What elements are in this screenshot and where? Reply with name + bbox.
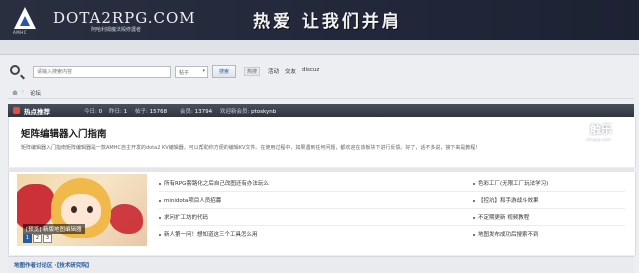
stat-today: 今日: 0 <box>84 109 103 115</box>
row-divider <box>159 191 625 192</box>
slide-page-3[interactable]: 3 <box>43 234 52 243</box>
bullet-icon <box>473 233 475 236</box>
slide-pager: 123 <box>23 234 53 243</box>
thread-link[interactable]: 新人第一问！想知道这三个工具怎么用 <box>159 230 258 238</box>
slide-caption[interactable]: [预览] 新版地图编辑器 <box>23 224 85 234</box>
thread-link[interactable]: minidota项目人员招募 <box>159 196 221 204</box>
featured-slideshow[interactable]: [预览] 新版地图编辑器 123 <box>17 174 147 246</box>
breadcrumb: › 论坛 <box>8 88 634 99</box>
search-icon <box>10 65 20 75</box>
logo-caption: AMHC <box>13 30 27 35</box>
bullet-icon <box>159 216 161 219</box>
thread-link[interactable]: 所有RPG套路化之后自己改图还有办法玩么 <box>159 179 269 187</box>
search-bar: 帖子 搜索 热搜 活动 交友 discuz <box>0 62 639 84</box>
search-input[interactable] <box>33 66 171 78</box>
forum-section-title[interactable]: 地图作者讨论区 ·【技术研究院】 <box>14 261 92 269</box>
bullet-icon <box>473 216 475 219</box>
featured-title[interactable]: 矩阵编辑器入门指南 <box>21 126 107 140</box>
breadcrumb-forum[interactable]: 论坛 <box>30 89 41 97</box>
bullet-icon <box>159 233 161 236</box>
blood-splat-image <box>109 204 143 234</box>
row-divider <box>159 225 625 226</box>
featured-post: 矩阵编辑器入门指南 矩阵编辑器入门指南矩阵编辑器是一款AMHC自主开发的dota… <box>8 117 636 167</box>
search-type-select[interactable]: 帖子 <box>175 66 208 78</box>
bullet-icon <box>473 182 475 185</box>
hot-recommend-bar: 热点推荐 今日: 0 昨日: 1 帖子: 15768 会员: 13794 欢迎新… <box>8 104 634 117</box>
hot-search-label: 热搜 <box>244 67 261 76</box>
thread-link[interactable]: 色彩工厂(无限工厂玩法学习) <box>473 179 548 187</box>
stat-posts: 帖子: 15768 <box>135 109 168 115</box>
site-banner: AMHC DOTA2RPG.COM 阿哈利姆魔法殿修護者 热爱 让我们并肩 <box>0 0 639 40</box>
breadcrumb-separator: › <box>22 89 24 95</box>
hot-link-discuz[interactable]: discuz <box>302 67 319 73</box>
site-subtitle: 阿哈利姆魔法殿修護者 <box>91 27 142 33</box>
banner-slogan: 热爱 让我们并肩 <box>253 12 402 32</box>
amhc-logo-icon[interactable] <box>14 7 36 29</box>
nav-menubar <box>0 40 639 55</box>
watermark-logo: 触乐 <box>590 123 612 136</box>
new-member-link[interactable]: ptoskynb <box>251 109 276 115</box>
hot-link-friends[interactable]: 交友 <box>285 67 296 75</box>
row-divider <box>159 208 625 209</box>
featured-description: 矩阵编辑器入门指南矩阵编辑器是一款AMHC自主开发的dota2 KV编辑器，可以… <box>21 145 481 151</box>
bullet-icon <box>473 199 475 202</box>
stat-new-member: 欢迎新会员: ptoskynb <box>220 109 277 115</box>
site-name[interactable]: DOTA2RPG.COM <box>53 9 196 27</box>
character-eye <box>71 206 77 213</box>
search-button[interactable]: 搜索 <box>212 65 236 78</box>
content-panel: [预览] 新版地图编辑器 123 所有RPG套路化之后自己改图还有办法玩么 mi… <box>8 172 636 255</box>
hot-link-activity[interactable]: 活动 <box>268 67 279 75</box>
slide-page-1[interactable]: 1 <box>23 234 32 243</box>
anime-character-face <box>61 194 101 228</box>
hot-recommend-title: 热点推荐 <box>24 108 50 116</box>
thread-link[interactable]: 【控坑】和手游战斗效果 <box>473 196 539 204</box>
thread-link[interactable]: 不定期更新 视频教程 <box>473 213 529 221</box>
forum-section-header <box>8 256 634 273</box>
fire-icon <box>13 107 20 114</box>
thread-link[interactable]: 求问扩工坊的代码 <box>159 213 208 221</box>
home-icon[interactable] <box>12 90 18 95</box>
bullet-icon <box>159 182 161 185</box>
character-eye <box>87 206 93 213</box>
stat-yesterday: 昨日: 1 <box>109 109 128 115</box>
watermark-url: chuapp.com <box>586 137 611 142</box>
bullet-icon <box>159 199 161 202</box>
thread-link[interactable]: 地图发布成功后搜索不到 <box>473 230 539 238</box>
stat-members: 会员: 13794 <box>180 109 213 115</box>
slide-page-2[interactable]: 2 <box>33 234 42 243</box>
